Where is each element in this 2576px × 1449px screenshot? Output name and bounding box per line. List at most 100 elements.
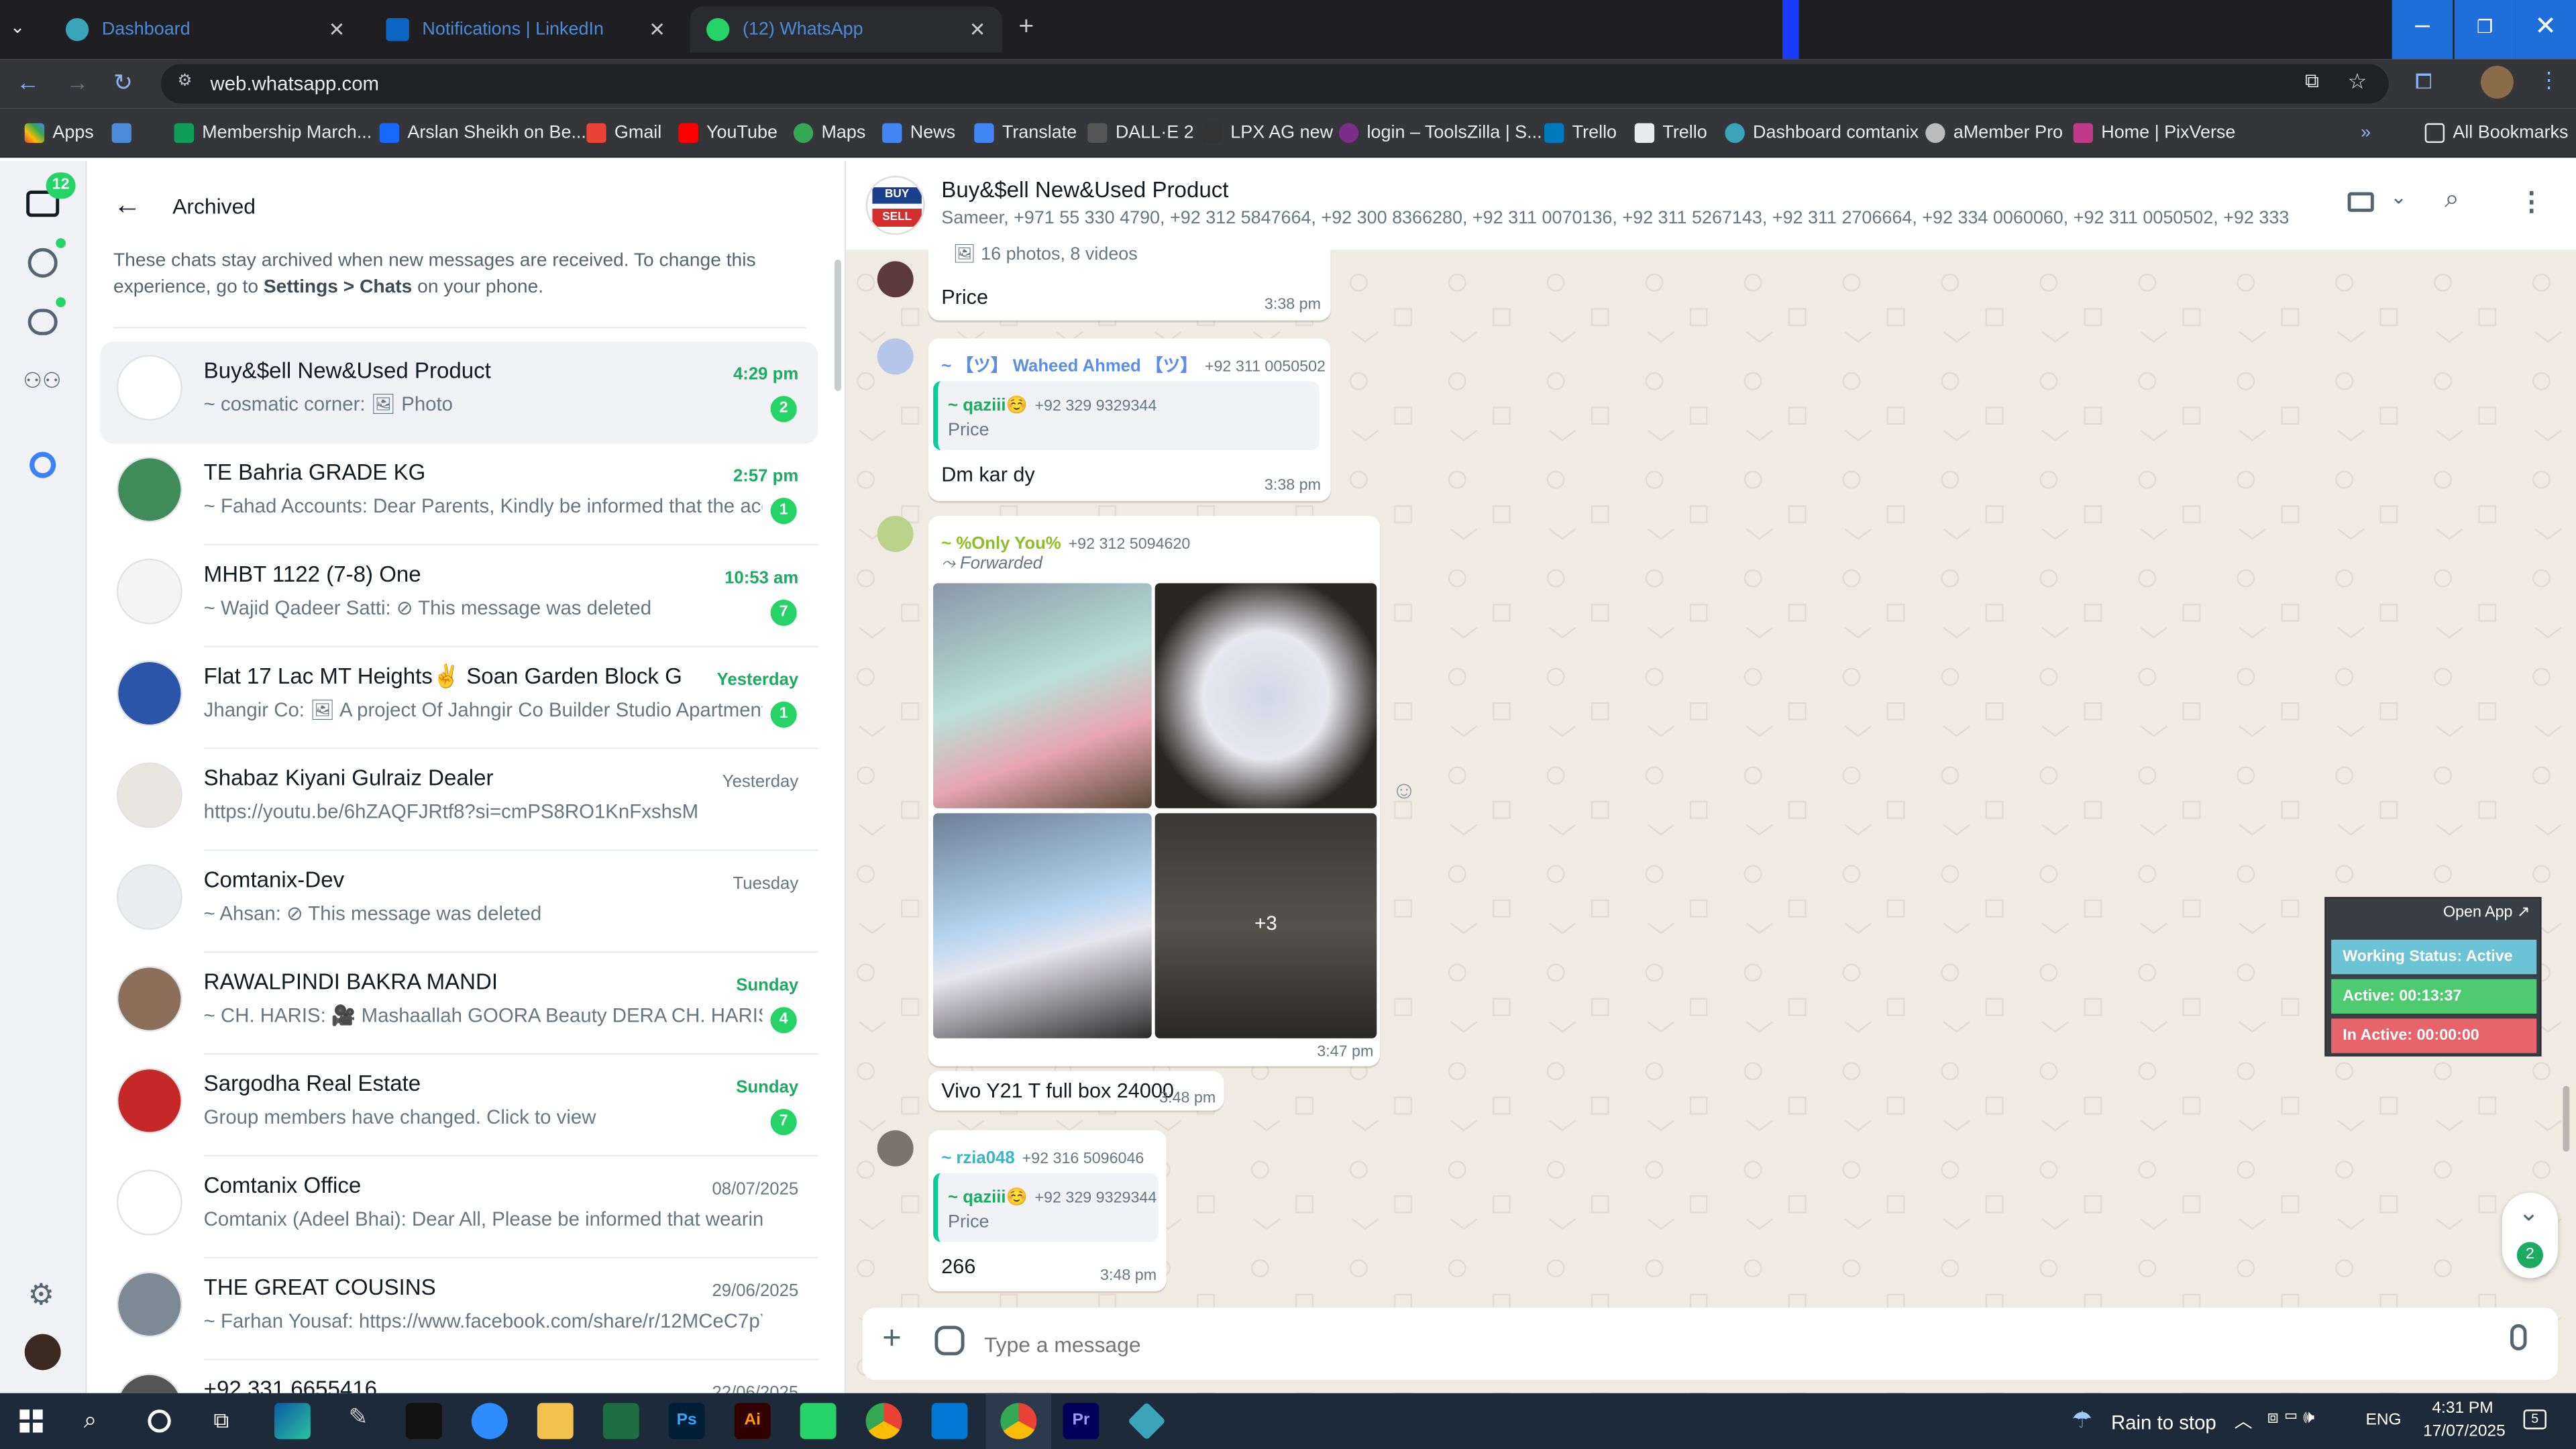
excel-icon[interactable] <box>602 1403 639 1440</box>
close-tab-icon[interactable]: ✕ <box>969 18 986 41</box>
bookmark-star-icon[interactable]: ☆ <box>2348 69 2367 95</box>
chat-list-item[interactable]: MHBT 1122 (7-8) One ~ Wajid Qadeer Satti:… <box>100 545 818 647</box>
site-info-icon[interactable]: ⚙ <box>177 72 192 91</box>
message-bubble[interactable]: ~ 【ツ】 Waheed Ahmed 【ツ】 +92 311 0050502 ~… <box>928 338 1331 501</box>
message-bubble[interactable]: ~ rzia048 +92 316 5096046 ~ qaziii☺️ +92… <box>928 1130 1167 1291</box>
restore-button[interactable]: ❐ <box>2454 0 2516 60</box>
close-tab-icon[interactable]: ✕ <box>329 18 345 41</box>
search-icon[interactable]: ⌕ <box>2445 186 2459 215</box>
premiere-icon[interactable]: Pr <box>1063 1403 1099 1440</box>
tab-dashboard[interactable]: Dashboard ✕ <box>49 6 362 53</box>
vscode-icon[interactable] <box>931 1403 968 1440</box>
sender-avatar[interactable] <box>877 261 914 298</box>
quoted-message[interactable]: ~ qaziii☺️ +92 329 9329344 Price <box>933 381 1320 451</box>
edge-icon[interactable] <box>274 1403 311 1440</box>
back-icon[interactable]: ← <box>16 69 39 95</box>
tab-whatsapp[interactable]: (12) WhatsApp ✕ <box>690 6 1002 53</box>
bookmark-trello-2[interactable]: Trello <box>1634 109 1707 158</box>
bookmark-trello-1[interactable]: Trello <box>1544 109 1617 158</box>
windows-start-icon[interactable] <box>19 1409 43 1433</box>
bookmark-1[interactable]: Membership March... <box>174 109 372 158</box>
all-bookmarks[interactable]: All Bookmarks <box>2424 109 2568 158</box>
channels-icon[interactable] <box>28 309 58 335</box>
chat-avatar[interactable] <box>116 762 182 828</box>
photo-thumbnail[interactable] <box>1155 583 1377 808</box>
notifications-icon[interactable]: 5 <box>2523 1409 2546 1430</box>
terminal-icon[interactable] <box>405 1403 442 1440</box>
chevron-down-icon[interactable]: ⌄ <box>2390 186 2407 209</box>
attach-plus-icon[interactable]: + <box>882 1321 902 1358</box>
browser-menu-icon[interactable]: ⋮ <box>2538 67 2560 93</box>
chat-list-item[interactable]: +92 331 6655416 22/06/2025 <box>100 1360 818 1393</box>
weather-icon[interactable]: ☂ <box>2072 1406 2092 1434</box>
sender-avatar[interactable] <box>877 338 914 375</box>
tray-chevron-icon[interactable]: ︿ <box>2235 1408 2253 1434</box>
meta-ai-icon[interactable] <box>30 451 56 478</box>
video-call-icon[interactable] <box>2347 192 2374 212</box>
menu-icon[interactable]: ⋮ <box>2518 186 2544 219</box>
sender-avatar[interactable] <box>877 515 914 552</box>
bookmark-apps[interactable]: Apps <box>24 109 94 158</box>
chat-avatar[interactable] <box>116 1067 182 1134</box>
chat-list-item[interactable]: Comtanix-Dev ~ Ahsan: ⊘ This message was … <box>100 851 818 953</box>
chat-list-item[interactable]: Sargodha Real Estate Group members have c… <box>100 1055 818 1157</box>
new-tab-button[interactable]: + <box>1018 13 1034 43</box>
comtanix-app-icon[interactable] <box>1127 1401 1166 1440</box>
back-arrow-icon[interactable]: ← <box>113 189 142 222</box>
bookmark-dalle[interactable]: DALL·E 2 <box>1087 109 1194 158</box>
close-window-button[interactable]: ✕ <box>2515 0 2576 60</box>
chat-header[interactable]: BUY SELL Buy&$ell New&Used Product Samee… <box>846 161 2576 252</box>
message-bubble[interactable]: ~ %Only You% +92 312 5094620 ⤳ Forwarded… <box>928 515 1381 1067</box>
chat-avatar[interactable] <box>116 864 182 930</box>
pen-icon[interactable]: ✎ <box>340 1403 376 1439</box>
scroll-to-bottom-button[interactable]: ⌄ 2 <box>2502 1192 2559 1279</box>
bookmark-news[interactable]: News <box>882 109 955 158</box>
quoted-message[interactable]: ~ qaziii☺️ +92 329 9329344 Price <box>933 1173 1159 1242</box>
photo-thumbnail[interactable] <box>933 813 1152 1038</box>
search-icon[interactable]: ⌕ <box>84 1406 97 1434</box>
chat-list-item[interactable]: Flat 17 Lac MT Heights✌️ Soan Garden Blo… <box>100 647 818 749</box>
weather-text[interactable]: Rain to stop <box>2111 1411 2216 1434</box>
list-scrollbar[interactable] <box>835 259 841 391</box>
photo-thumbnail[interactable] <box>933 583 1152 808</box>
react-emoji-icon[interactable]: ☺ <box>1391 777 1417 805</box>
tab-linkedin[interactable]: Notifications | LinkedIn ✕ <box>370 7 682 53</box>
bookmark-gmail[interactable]: Gmail <box>586 109 661 158</box>
message-bubble[interactable]: 🖼 16 photos, 8 videos Price 3:38 pm <box>928 239 1331 321</box>
status-icon[interactable] <box>28 248 58 278</box>
chat-list-item[interactable]: THE GREAT COUSINS ~ Farhan Yousaf: https:… <box>100 1258 818 1360</box>
bookmark-maps[interactable]: Maps <box>793 109 865 158</box>
file-explorer-icon[interactable] <box>537 1403 574 1440</box>
chrome-icon[interactable] <box>865 1403 902 1440</box>
clock-time[interactable]: 4:31 PM <box>2423 1400 2502 1418</box>
minimize-button[interactable]: – <box>2392 0 2453 60</box>
chat-list-item[interactable]: Comtanix Office Comtanix (Adeel Bhai): De… <box>100 1157 818 1258</box>
bookmark-comtanix[interactable]: Dashboard comtanix <box>1725 109 1919 158</box>
settings-gear-icon[interactable]: ⚙ <box>28 1278 55 1312</box>
tab-search-icon[interactable]: ⌄ <box>10 16 40 42</box>
chat-avatar[interactable] <box>116 660 182 727</box>
zoom-icon[interactable] <box>471 1403 508 1440</box>
photoshop-icon[interactable]: Ps <box>668 1403 705 1440</box>
phone-app-icon[interactable] <box>800 1403 837 1440</box>
chat-avatar[interactable] <box>116 456 182 523</box>
chat-list-item[interactable]: RAWALPINDI BAKRA MANDI ~ CH. HARIS: 🎥 Mas… <box>100 953 818 1055</box>
chat-avatar[interactable] <box>116 1373 182 1393</box>
profile-avatar[interactable] <box>2480 65 2514 99</box>
microphone-icon[interactable] <box>2510 1324 2527 1351</box>
chat-avatar[interactable] <box>116 1169 182 1236</box>
open-app-link[interactable]: Open App ↗ <box>2443 904 2530 922</box>
sender-avatar[interactable] <box>877 1130 914 1167</box>
profile-avatar[interactable] <box>24 1334 61 1371</box>
extensions-icon[interactable]: ⧠ <box>2415 69 2432 95</box>
more-bookmarks-icon[interactable]: » <box>2361 109 2371 158</box>
language-indicator[interactable]: ENG <box>2366 1411 2402 1430</box>
chat-avatar[interactable] <box>116 558 182 625</box>
bookmark-youtube[interactable]: YouTube <box>678 109 777 158</box>
reload-icon[interactable]: ↻ <box>113 69 133 97</box>
chat-avatar[interactable] <box>116 966 182 1032</box>
bookmark-grid[interactable] <box>111 109 140 158</box>
cortana-icon[interactable] <box>148 1409 171 1433</box>
chat-list-item[interactable]: TE Bahria GRADE KG ~ Fahad Accounts: Dear… <box>100 443 818 546</box>
bookmark-2[interactable]: Arslan Sheikh on Be... <box>379 109 586 158</box>
